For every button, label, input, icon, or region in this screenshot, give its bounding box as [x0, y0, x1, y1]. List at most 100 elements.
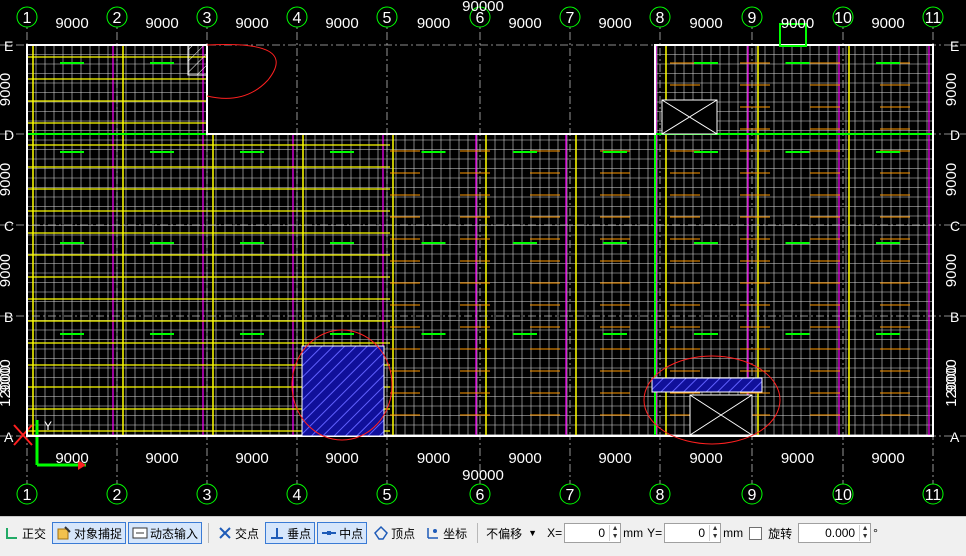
dimension-bottom: 9000 [781, 450, 814, 467]
hatched-area [301, 345, 385, 437]
osnap-icon [56, 525, 72, 541]
dimension-top: 9000 [235, 15, 268, 32]
ortho-toggle[interactable]: 正交 [0, 522, 50, 544]
grid-letter-right: D [950, 127, 960, 143]
coordinate-snap[interactable]: 坐标 [421, 522, 471, 544]
rotate-input[interactable] [799, 525, 860, 541]
dimension-top: 9000 [145, 15, 178, 32]
dimension-bottom: 9000 [145, 450, 178, 467]
cad-drawing[interactable]: 1122334455667788991010111190009000900090… [0, 0, 966, 516]
grid-number-bottom: 1 [23, 487, 32, 504]
x-spin-arrows[interactable]: ▲ ▼ [609, 525, 620, 541]
x-input[interactable] [565, 525, 610, 541]
dimension-bottom: 9000 [689, 450, 722, 467]
grid-number-top: 11 [925, 10, 942, 27]
grid-number-top: 9 [748, 10, 757, 27]
separator [477, 523, 479, 543]
grid-number-top: 7 [566, 10, 575, 27]
dimension-total-top: 90000 [462, 0, 504, 15]
grid-number-top: 5 [383, 10, 392, 27]
hatched-area [651, 377, 763, 393]
grid-number-bottom: 8 [656, 487, 665, 504]
grid-number-bottom: 9 [748, 487, 757, 504]
dimension-left: 9000 [0, 73, 14, 106]
rotate-label: 旋转 [768, 526, 793, 541]
degree-unit: ° [873, 526, 878, 540]
dimension-bottom: 9000 [871, 450, 904, 467]
ortho-icon [4, 525, 20, 541]
grid-number-bottom: 11 [925, 487, 942, 504]
separator [208, 523, 210, 543]
dimension-top: 9000 [781, 15, 814, 32]
dimension-top: 9000 [325, 15, 358, 32]
grid-number-top: 3 [203, 10, 212, 27]
perpendicular-snap[interactable]: 垂点 [265, 522, 316, 544]
grid-letter-left: C [4, 218, 14, 234]
x-stepper[interactable]: ▲▼ [564, 523, 622, 543]
dyninput-icon [132, 525, 148, 541]
dimension-left: 9000 [0, 254, 14, 287]
dimension-total-bottom: 90000 [462, 467, 504, 484]
dimension-bottom: 9000 [55, 450, 88, 467]
grid-number-bottom: 6 [476, 487, 485, 504]
grid-letter-left: D [4, 127, 14, 143]
vertex-snap[interactable]: 顶点 [369, 522, 419, 544]
grid-number-bottom: 3 [203, 487, 212, 504]
dimension-top: 9000 [417, 15, 450, 32]
perpendicular-icon [269, 525, 285, 541]
grid-number-bottom: 2 [113, 487, 122, 504]
grid-letter-left: B [4, 309, 13, 325]
y-input[interactable] [665, 525, 710, 541]
dimension-bottom: 9000 [598, 450, 631, 467]
y-label: Y= [647, 526, 663, 540]
grid-letter-right: E [950, 38, 959, 54]
midpoint-icon [321, 525, 337, 541]
x-label: X= [547, 526, 563, 540]
drawing-canvas[interactable]: 1 1 2 2 3 3 4 4 5 5 6 6 7 7 8 8 9 9 10 10 11 11 9000 9000 9000 90… [0, 0, 966, 516]
grid-number-top: 10 [834, 10, 852, 27]
grid-number-bottom: 7 [566, 487, 575, 504]
offset-mode-value: 不偏移 [486, 526, 523, 541]
revision-cloud [206, 43, 277, 99]
midpoint-snap[interactable]: 中点 [317, 522, 368, 544]
coordinate-label: 坐标 [443, 526, 468, 541]
intersection-snap[interactable]: 交点 [213, 522, 263, 544]
osnap-toggle[interactable]: 对象捕捉 [52, 522, 127, 544]
grid-number-bottom: 4 [293, 487, 302, 504]
chevron-down-icon: ▼ [528, 528, 538, 538]
status-bar: 正交 对象捕捉 动态输入 交点 垂点 中点 顶点 坐标 不偏移 ▼ X= 0 ▲… [0, 516, 966, 556]
ortho-label: 正交 [22, 526, 47, 541]
dimension-right: 9000 [943, 254, 960, 287]
dimension-bottom: 9000 [417, 450, 450, 467]
offset-mode-select[interactable]: 不偏移 ▼ [482, 523, 541, 543]
grid-letter-left: E [4, 38, 13, 54]
grid-number-bottom: 10 [834, 487, 852, 504]
dimension-bottom: 9000 [508, 450, 541, 467]
intersection-label: 交点 [235, 526, 260, 541]
snap-toolbar: 正交 对象捕捉 动态输入 交点 垂点 中点 顶点 坐标 不偏移 ▼ X= 0 ▲… [0, 521, 880, 545]
vertex-label: 顶点 [391, 526, 416, 541]
dyninput-toggle[interactable]: 动态输入 [128, 522, 203, 544]
midpoint-label: 中点 [339, 526, 364, 541]
grid-letter-left: A [4, 429, 14, 445]
rotate-spin-arrows[interactable]: ▲ ▼ [859, 525, 870, 541]
rotate-checkbox[interactable] [749, 526, 763, 540]
grid-letter-right: A [950, 429, 960, 445]
grid-number-top: 8 [656, 10, 665, 27]
rotate-stepper[interactable]: ▲▼ [798, 523, 872, 543]
dimension-top: 9000 [55, 15, 88, 32]
dimension-right: 9000 [943, 163, 960, 196]
grid-letter-right: C [950, 218, 960, 234]
y-spin-arrows[interactable]: ▲ ▼ [709, 525, 720, 541]
dimension-top: 9000 [689, 15, 722, 32]
dimension-right: 9000 [943, 73, 960, 106]
dimension-bottom: 9000 [235, 450, 268, 467]
y-stepper[interactable]: ▲▼ [664, 523, 722, 543]
y-unit: mm [723, 526, 744, 540]
grid-letter-right: B [950, 309, 959, 325]
dimension-top: 9000 [871, 15, 904, 32]
dimension-top: 9000 [508, 15, 541, 32]
hatched-area [187, 44, 208, 76]
x-unit: mm [623, 526, 644, 540]
dimension-bottom: 9000 [325, 450, 358, 467]
